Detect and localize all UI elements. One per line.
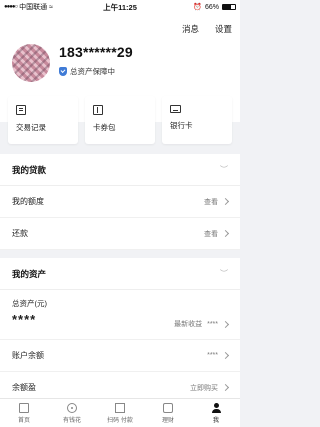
- bank-card-label: 银行卡: [170, 121, 193, 130]
- avatar[interactable]: [12, 44, 50, 82]
- tab-home[interactable]: 首页: [0, 399, 48, 427]
- tab-home-label: 首页: [17, 417, 30, 424]
- total-assets-row[interactable]: 总资产(元) **** 最新收益 ****: [0, 290, 240, 340]
- shield-icon: [59, 67, 67, 76]
- wallet-icon: [67, 402, 77, 413]
- loans-section: 我的贷款 ︶ 我的额度 查看 还款 查看: [0, 154, 240, 250]
- finance-icon: [163, 402, 173, 413]
- status-bar: ●●●●○ 中国联通 ≈ 上午11:25 ⏰ 66%: [0, 0, 240, 14]
- collapse-icon[interactable]: ︶: [220, 164, 228, 175]
- latest-income-value: ****: [207, 320, 218, 328]
- credit-limit-label: 我的额度: [12, 197, 44, 206]
- quick-cards: 交易记录 卡券包 银行卡: [0, 96, 240, 144]
- tab-me[interactable]: 我: [192, 399, 240, 427]
- bank-card-icon: [170, 105, 181, 113]
- chevron-right-icon: [221, 229, 230, 238]
- yuebao-action: 立即购买: [190, 384, 218, 392]
- messages-button[interactable]: 消息: [182, 23, 199, 35]
- coupon-icon: [93, 105, 103, 115]
- home-icon: [19, 402, 29, 413]
- total-assets-label: 总资产(元): [12, 299, 47, 308]
- credit-limit-action: 查看: [204, 198, 218, 206]
- transaction-record-card[interactable]: 交易记录: [8, 96, 78, 144]
- transaction-record-icon: [16, 105, 26, 115]
- transaction-record-label: 交易记录: [16, 123, 46, 132]
- tab-me-label: 我: [212, 417, 219, 424]
- tab-finance[interactable]: 理财: [144, 399, 192, 427]
- bank-card-card[interactable]: 银行卡: [162, 96, 232, 144]
- settings-button[interactable]: 设置: [215, 23, 232, 35]
- loans-title: 我的贷款: [12, 164, 47, 175]
- assets-section: 我的资产 ︶ 总资产(元) **** 最新收益 **** 账户余额 **** 余…: [0, 258, 240, 404]
- carrier-name: 中国联通: [19, 4, 48, 11]
- account-balance-label: 账户余额: [12, 351, 44, 360]
- chevron-right-icon: [221, 383, 230, 392]
- tab-finance-label: 理财: [161, 417, 174, 424]
- tab-scan-pay[interactable]: 扫码 付款: [96, 399, 144, 427]
- repayment-row[interactable]: 还款 查看: [0, 218, 240, 250]
- chevron-right-icon: [221, 197, 230, 206]
- latest-income-label: 最新收益: [174, 321, 203, 328]
- asset-protection[interactable]: 总资产保障中: [59, 66, 115, 77]
- yuebao-label: 余额盈: [12, 383, 36, 392]
- tab-bar: 首页 有钱花 扫码 付款 理财 我: [0, 398, 240, 427]
- coupon-card[interactable]: 卡券包: [85, 96, 155, 144]
- repayment-action: 查看: [204, 230, 218, 238]
- me-icon: [211, 402, 221, 413]
- alarm-icon: ⏰: [193, 4, 202, 11]
- chevron-right-icon: [221, 320, 230, 328]
- repayment-label: 还款: [12, 229, 28, 238]
- scan-icon: [115, 402, 125, 413]
- account-balance-value: ****: [207, 352, 218, 359]
- tab-youqianhua-label: 有钱花: [62, 417, 81, 424]
- credit-limit-row[interactable]: 我的额度 查看: [0, 186, 240, 218]
- chevron-right-icon: [221, 351, 230, 360]
- loans-section-header: 我的贷款 ︶: [0, 154, 240, 186]
- collapse-icon[interactable]: ︶: [220, 268, 228, 279]
- assets-section-header: 我的资产 ︶: [0, 258, 240, 290]
- wifi-icon: ≈: [49, 3, 53, 11]
- signal-icon: ●●●●○: [4, 4, 18, 10]
- battery-icon: [222, 4, 236, 10]
- assets-title: 我的资产: [12, 268, 47, 279]
- tab-scan-pay-label: 扫码 付款: [107, 417, 133, 424]
- coupon-label: 卡券包: [93, 123, 116, 132]
- tab-youqianhua[interactable]: 有钱花: [48, 399, 96, 427]
- user-phone: 183******29: [59, 44, 133, 60]
- battery-percent: 66%: [204, 3, 219, 11]
- asset-protection-label: 总资产保障中: [70, 67, 115, 76]
- account-balance-row[interactable]: 账户余额 ****: [0, 340, 240, 372]
